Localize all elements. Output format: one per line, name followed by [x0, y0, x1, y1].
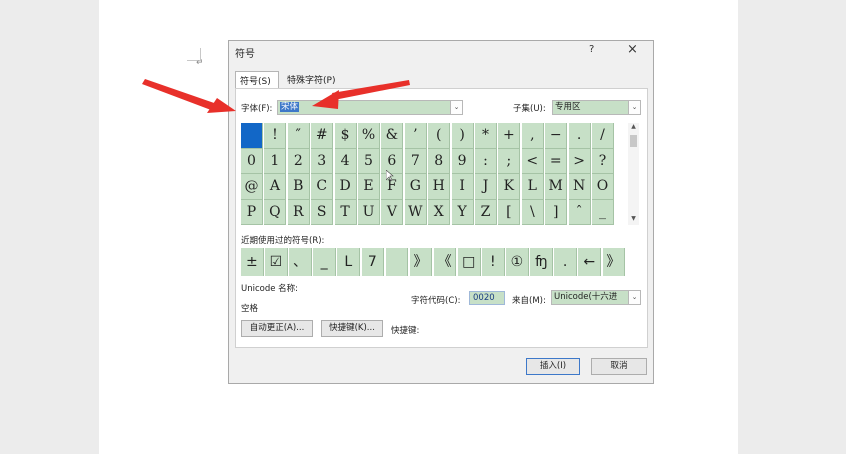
annotation-arrows — [142, 79, 410, 113]
red-arrow-icon — [312, 80, 410, 109]
red-arrow-icon — [142, 79, 236, 113]
mouse-cursor-icon — [386, 170, 394, 182]
